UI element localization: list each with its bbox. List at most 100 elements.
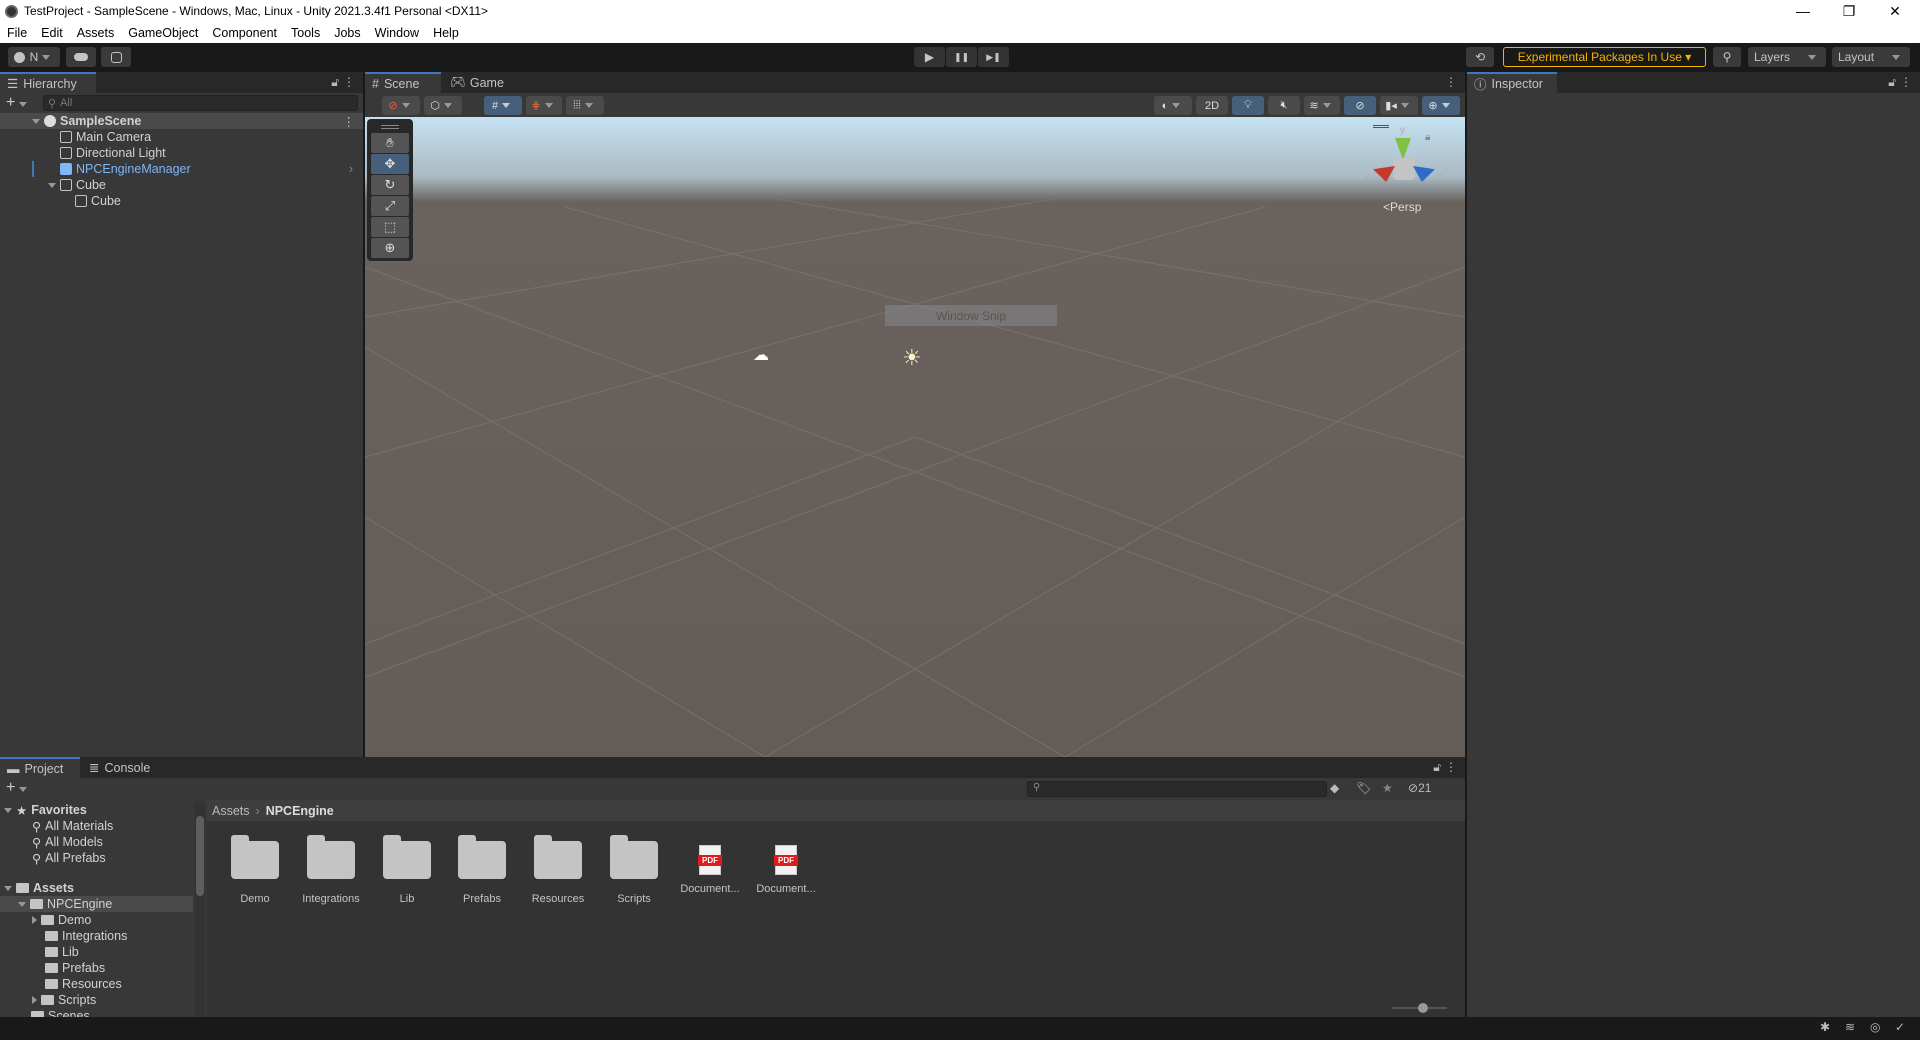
create-button[interactable]: +	[6, 779, 31, 797]
layers-dropdown[interactable]: Layers	[1748, 47, 1826, 67]
scene-viewport[interactable]: ✋︎ ✥ ↻ ⤢ ⬚ ⊕ 🔒︎ y x z <Persp Window Snip…	[365, 117, 1465, 757]
asset-pdf[interactable]: PDF Document...	[672, 835, 748, 895]
icon-size-slider[interactable]	[1392, 1003, 1447, 1013]
favorite-item[interactable]: ⚲ All Models	[32, 834, 103, 850]
more-options-icon[interactable]: ⋮	[343, 75, 355, 89]
project-search-input[interactable]: ⚲	[1027, 781, 1327, 797]
hierarchy-item[interactable]: Main Camera	[0, 129, 363, 145]
menu-edit[interactable]: Edit	[34, 26, 70, 40]
create-button[interactable]: +	[6, 94, 31, 112]
play-button[interactable]: ▶	[914, 47, 945, 67]
debug-off-icon[interactable]: ✱	[1820, 1020, 1830, 1034]
x-axis-cone[interactable]	[1373, 166, 1395, 182]
menu-jobs[interactable]: Jobs	[327, 26, 367, 40]
hidden-packages-toggle[interactable]: ⊘21	[1408, 781, 1431, 795]
tab-game[interactable]: 🎮︎ Game	[443, 72, 513, 93]
scene-row[interactable]: SampleScene ⋮	[0, 113, 363, 129]
scene-options-icon[interactable]: ⋮	[343, 114, 356, 129]
hand-tool[interactable]: ✋︎	[371, 133, 409, 153]
experimental-packages-button[interactable]: Experimental Packages In Use ▾	[1503, 47, 1706, 67]
pause-button[interactable]: ❚❚	[946, 47, 977, 67]
scale-tool[interactable]: ⤢	[371, 196, 409, 216]
hierarchy-item[interactable]: Directional Light	[0, 145, 363, 161]
transform-tool[interactable]: ⊕	[371, 238, 409, 258]
close-button[interactable]: ✕	[1872, 0, 1918, 22]
asset-folder[interactable]: Resources	[520, 835, 596, 905]
audio-toggle[interactable]: 🔇︎	[1268, 96, 1300, 115]
light-gizmo-icon[interactable]: ☀︎	[902, 345, 922, 371]
menu-assets[interactable]: Assets	[70, 26, 122, 40]
draw-mode-dropdown[interactable]: ◐	[1154, 96, 1192, 115]
grid-snap-dropdown[interactable]: #	[484, 96, 522, 115]
cloud-button[interactable]	[66, 47, 96, 67]
assets-header[interactable]: Assets	[4, 880, 74, 896]
hierarchy-item[interactable]: NPCEngineManager ›	[0, 161, 363, 177]
pivot-dropdown[interactable]: ⬡	[424, 96, 462, 115]
increment-snap-dropdown[interactable]: ⋕	[526, 96, 562, 115]
favorite-star-icon[interactable]: ★	[1382, 781, 1393, 795]
drag-handle[interactable]	[381, 125, 399, 129]
menu-file[interactable]: File	[0, 26, 34, 40]
tree-item-npcengine[interactable]: NPCEngine	[0, 896, 193, 912]
tab-scene[interactable]: # Scene	[365, 72, 441, 93]
slider-thumb[interactable]	[1418, 1003, 1428, 1013]
favorite-item[interactable]: ⚲ All Materials	[32, 818, 113, 834]
more-options-icon[interactable]: ⋮	[1445, 760, 1457, 774]
orientation-gizmo[interactable]: 🔒︎ y x z <Persp	[1365, 122, 1465, 222]
asset-folder[interactable]: Scripts	[596, 835, 672, 905]
camera-gizmo-icon[interactable]: ☁︎	[753, 345, 769, 365]
menu-tools[interactable]: Tools	[284, 26, 327, 40]
asset-pdf[interactable]: PDF Document...	[748, 835, 824, 895]
menu-gameobject[interactable]: GameObject	[121, 26, 205, 40]
chevron-right-icon[interactable]: ›	[349, 162, 353, 176]
asset-folder[interactable]: Lib	[369, 835, 445, 905]
tree-scrollbar[interactable]	[195, 802, 205, 1017]
tree-item[interactable]: Prefabs	[45, 960, 105, 976]
tree-item[interactable]: Scenes	[31, 1008, 90, 1017]
tree-item[interactable]: Demo	[32, 912, 91, 928]
tree-item[interactable]: Scripts	[32, 992, 96, 1008]
account-dropdown[interactable]: N	[8, 47, 60, 67]
tool-handle-dropdown[interactable]: ⊘	[382, 96, 420, 115]
hidden-objects-toggle[interactable]: ⊘	[1344, 96, 1376, 115]
lock-icon[interactable]: 🔓︎	[1888, 75, 1896, 90]
menu-help[interactable]: Help	[426, 26, 466, 40]
menu-component[interactable]: Component	[205, 26, 284, 40]
ruler-dropdown[interactable]: ⦙⦙⦙	[566, 96, 604, 115]
search-button[interactable]: ⚲	[1713, 47, 1741, 67]
rect-tool[interactable]: ⬚	[371, 217, 409, 237]
auto-generate-lighting-icon[interactable]: ◎	[1870, 1020, 1880, 1034]
cache-server-icon[interactable]: ≋	[1845, 1020, 1855, 1034]
favorites-header[interactable]: ★ Favorites	[4, 802, 87, 818]
tab-inspector[interactable]: ⓘ Inspector	[1467, 72, 1557, 93]
filter-by-label-icon[interactable]: 🏷︎	[1356, 781, 1371, 795]
gizmo-center-cube[interactable]	[1393, 158, 1415, 180]
hierarchy-search-input[interactable]: ⚲ All	[43, 95, 358, 111]
camera-dropdown[interactable]: ▮◂	[1380, 96, 1418, 115]
collab-button[interactable]	[101, 47, 131, 67]
more-options-icon[interactable]: ⋮	[1900, 75, 1912, 89]
minimize-button[interactable]: —	[1780, 0, 1826, 22]
tab-console[interactable]: ≣ Console	[82, 757, 162, 778]
z-axis-cone[interactable]	[1413, 166, 1435, 182]
effects-dropdown[interactable]: ≋	[1304, 96, 1340, 115]
tab-project[interactable]: ▬ Project	[0, 757, 80, 778]
step-button[interactable]: ▶❚	[978, 47, 1009, 67]
asset-folder[interactable]: Integrations	[293, 835, 369, 905]
restore-button[interactable]: ❐	[1826, 0, 1872, 22]
asset-folder[interactable]: Demo	[217, 835, 293, 905]
lock-icon[interactable]: 🔒︎	[1425, 132, 1430, 143]
gizmo-menu-icon[interactable]	[1373, 125, 1389, 128]
y-axis-cone[interactable]	[1395, 138, 1411, 160]
lock-icon[interactable]: 🔓︎	[1433, 760, 1441, 775]
lock-icon[interactable]: 🔓︎	[331, 75, 339, 90]
lighting-toggle[interactable]: 💡︎	[1232, 96, 1264, 115]
menu-window[interactable]: Window	[368, 26, 426, 40]
layout-dropdown[interactable]: Layout	[1832, 47, 1910, 67]
asset-folder[interactable]: Prefabs	[444, 835, 520, 905]
hierarchy-item[interactable]: Cube	[0, 193, 363, 209]
tree-item[interactable]: Lib	[45, 944, 79, 960]
breadcrumb-npcengine[interactable]: NPCEngine	[266, 804, 334, 818]
hierarchy-item[interactable]: Cube	[0, 177, 363, 193]
breadcrumb-assets[interactable]: Assets	[212, 804, 250, 818]
